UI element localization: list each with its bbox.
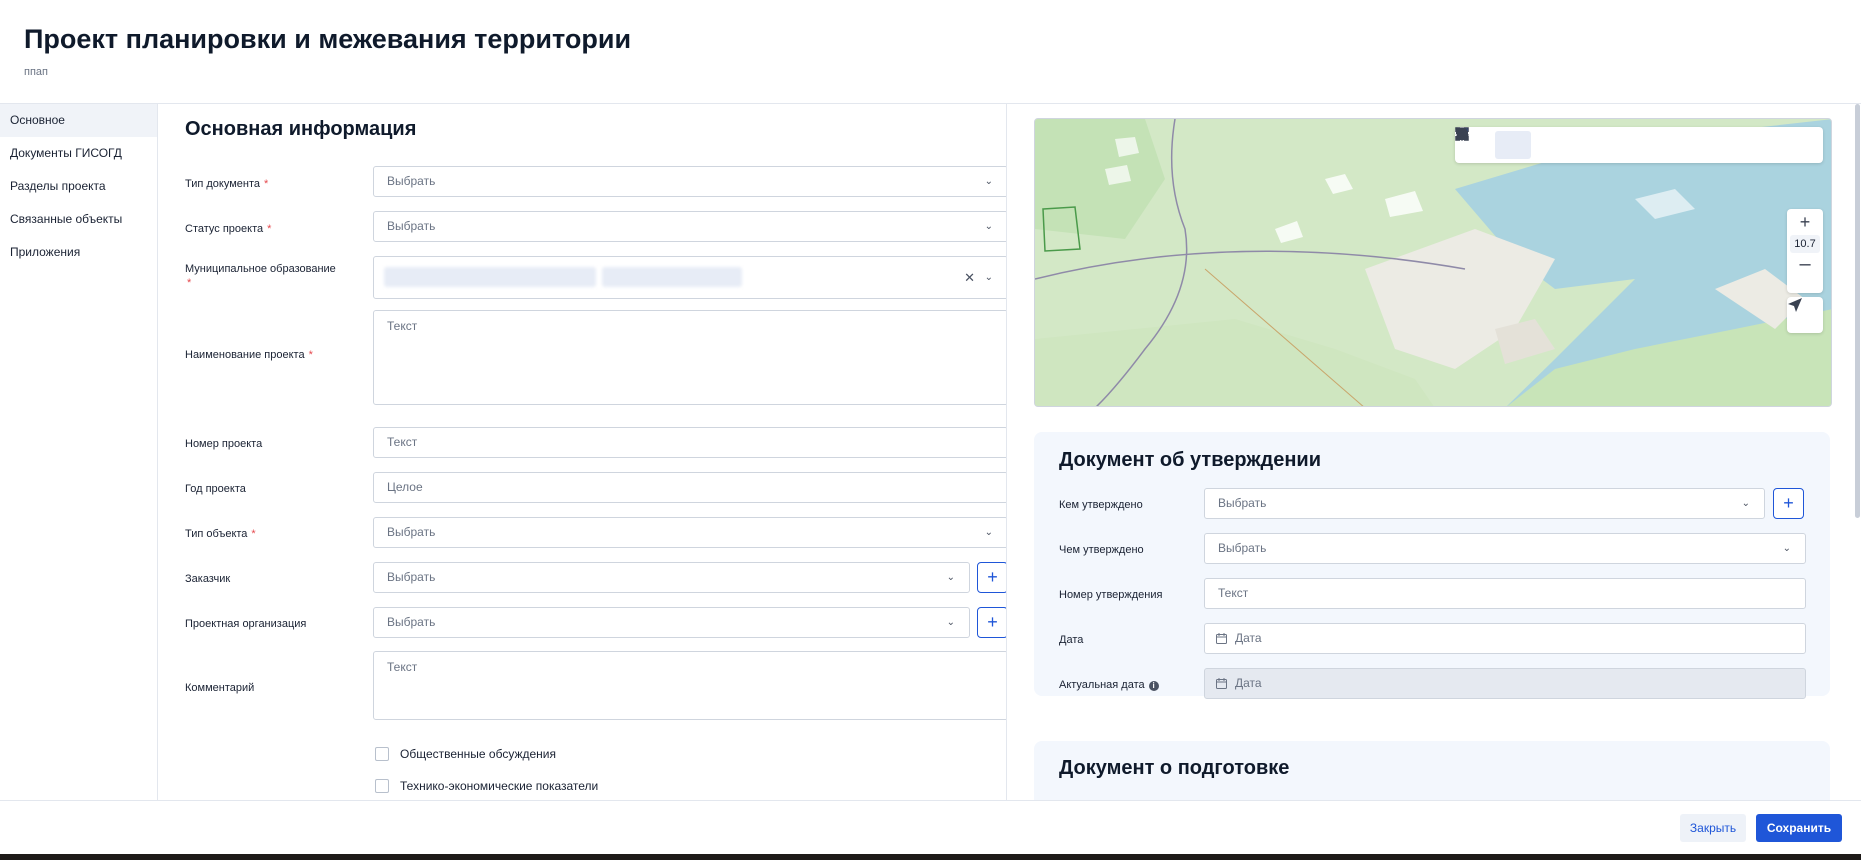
required-marker: * (308, 349, 313, 361)
zoom-out-button[interactable]: – (1787, 253, 1823, 279)
plus-icon: + (1783, 493, 1794, 513)
locate-button[interactable] (1787, 297, 1823, 333)
search-icon[interactable] (1456, 128, 1603, 159)
object-type-label: Тип объекта * (185, 528, 256, 540)
project-year-label: Год проекта (185, 483, 246, 495)
plus-icon: + (987, 612, 998, 632)
chevron-down-icon: ⌄ (946, 617, 955, 628)
chevron-down-icon: ⌄ (1741, 498, 1750, 509)
export-icon[interactable] (1457, 128, 1783, 159)
calendar-icon (1216, 633, 1227, 644)
add-customer-button[interactable]: + (977, 562, 1006, 593)
status-label: Статус проекта * (185, 223, 272, 235)
sidebar-item-project-sections[interactable]: Разделы проекта (0, 170, 157, 203)
footer-bar: Закрыть Сохранить (0, 800, 1861, 854)
close-button[interactable]: Закрыть (1680, 814, 1746, 842)
clear-icon[interactable]: ✕ (964, 263, 975, 292)
approved-with-select[interactable]: Выбрать ⌄ (1204, 533, 1806, 564)
map-toolbar (1455, 127, 1823, 163)
required-marker: * (264, 178, 269, 190)
chevron-down-icon: ⌄ (984, 527, 993, 538)
save-button[interactable]: Сохранить (1756, 814, 1842, 842)
zoom-level: 10.7 (1790, 235, 1820, 253)
sidebar-item-gisogd-docs[interactable]: Документы ГИСОГД (0, 137, 157, 170)
public-discussion-label: Общественные обсуждения (400, 747, 556, 761)
ruler-icon[interactable] (1456, 128, 1567, 159)
comment-label: Комментарий (185, 682, 255, 694)
customer-select[interactable]: Выбрать ⌄ (373, 562, 970, 593)
tech-indicators-checkbox[interactable] (375, 779, 389, 793)
selected-chip[interactable] (384, 267, 596, 287)
sidebar-item-main[interactable]: Основное (0, 104, 157, 137)
add-approver-button[interactable]: + (1773, 488, 1804, 519)
approved-with-label: Чем утверждено (1059, 544, 1144, 556)
doc-type-label: Тип документа * (185, 178, 269, 190)
camera-icon[interactable] (1456, 129, 1711, 159)
navigation-arrow-icon (1788, 298, 1802, 312)
approval-date-input[interactable]: Дата (1204, 623, 1806, 654)
preparation-title: Документ о подготовке (1059, 757, 1290, 779)
chevron-down-icon: ⌄ (984, 176, 993, 187)
right-panel: + 10.7 – Документ об утверждении Кем утв… (1008, 104, 1861, 800)
sidebar-item-attachments[interactable]: Приложения (0, 236, 157, 269)
preparation-card: Документ о подготовке (1034, 741, 1830, 800)
municipality-multiselect[interactable]: ✕ ⌄ (373, 256, 1006, 299)
plus-icon: + (987, 567, 998, 587)
chevron-down-icon: ⌄ (984, 221, 993, 232)
page-title: Проект планировки и межевания территории (24, 24, 632, 54)
page-header: Проект планировки и межевания территории… (0, 0, 1861, 104)
required-marker: * (187, 277, 192, 289)
zoom-control: + 10.7 – (1787, 209, 1823, 293)
comment-textarea[interactable]: Текст (373, 651, 1006, 720)
add-design-org-button[interactable]: + (977, 607, 1006, 638)
project-year-input[interactable]: Целое (373, 472, 1006, 503)
approval-title: Документ об утверждении (1059, 449, 1321, 471)
design-org-label: Проектная организация (185, 618, 307, 630)
zoom-in-button[interactable]: + (1787, 209, 1823, 235)
approval-date-label: Дата (1059, 634, 1084, 646)
trash-icon[interactable] (1457, 127, 1675, 159)
doc-type-select[interactable]: Выбрать ⌄ (373, 166, 1006, 197)
map-view[interactable]: + 10.7 – (1034, 118, 1832, 407)
required-marker: * (267, 223, 272, 235)
pencil-icon[interactable] (1457, 129, 1639, 159)
design-org-select[interactable]: Выбрать ⌄ (373, 607, 970, 638)
approval-number-input[interactable]: Текст (1204, 578, 1806, 609)
public-discussion-checkbox[interactable] (375, 747, 389, 761)
page-subtitle: ппап (24, 66, 48, 78)
approval-number-label: Номер утверждения (1059, 589, 1163, 601)
actual-date-input: Дата (1204, 668, 1806, 699)
project-name-textarea[interactable]: Текст (373, 310, 1006, 405)
fullscreen-icon[interactable] (1455, 127, 1819, 159)
import-icon[interactable] (1456, 128, 1747, 159)
info-icon[interactable]: i (1148, 681, 1159, 691)
chevron-down-icon: ⌄ (984, 272, 993, 283)
sidebar-nav: Основное Документы ГИСОГД Разделы проект… (0, 104, 158, 800)
customer-label: Заказчик (185, 573, 231, 585)
approved-by-select[interactable]: Выбрать ⌄ (1204, 488, 1765, 519)
status-select[interactable]: Выбрать ⌄ (373, 211, 1006, 242)
tech-indicators-label: Технико-экономические показатели (400, 779, 599, 793)
chevron-down-icon: ⌄ (1782, 543, 1791, 554)
approved-by-label: Кем утверждено (1059, 499, 1143, 511)
required-marker: * (251, 528, 256, 540)
object-type-select[interactable]: Выбрать ⌄ (373, 517, 1006, 548)
approval-card: Документ об утверждении Кем утверждено В… (1034, 432, 1830, 699)
actual-date-label: Актуальная дата i (1059, 678, 1209, 692)
sidebar-item-linked-objects[interactable]: Связанные объекты (0, 203, 157, 236)
main-form: Основная информация Тип документа * Выбра… (159, 104, 1007, 800)
project-name-label: Наименование проекта * (185, 349, 313, 361)
select-area-icon[interactable] (1455, 127, 1531, 159)
project-number-input[interactable]: Текст (373, 427, 1006, 458)
scrollbar[interactable] (1855, 104, 1860, 518)
project-number-label: Номер проекта (185, 438, 263, 450)
section-title: Основная информация (185, 118, 417, 140)
taskbar-strip (0, 854, 1861, 860)
selected-chip[interactable] (602, 267, 742, 287)
calendar-icon (1216, 678, 1227, 689)
chevron-down-icon: ⌄ (946, 572, 955, 583)
municipality-label: Муниципальное образование * (185, 263, 336, 289)
